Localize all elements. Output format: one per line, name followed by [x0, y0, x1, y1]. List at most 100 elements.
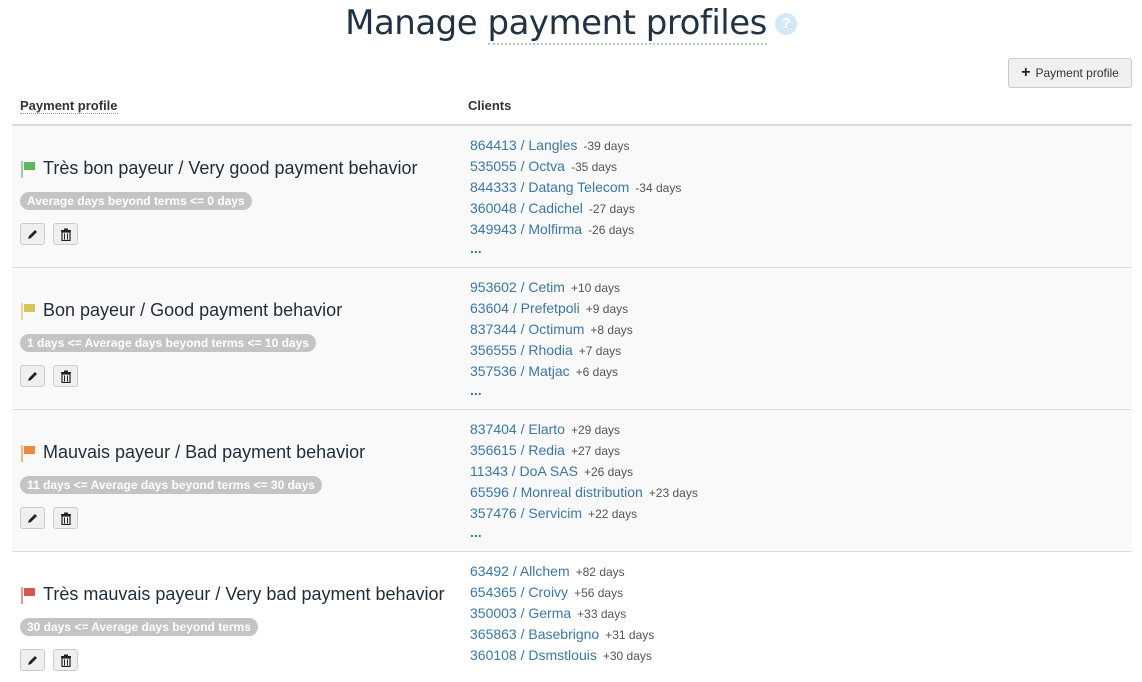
trash-icon: [60, 370, 71, 383]
client-item: 350003 / Germa +33 days: [470, 603, 654, 624]
client-item: 357536 / Matjac +6 days: [470, 361, 633, 382]
client-link[interactable]: 844333 / Datang Telecom: [470, 179, 629, 195]
client-item: 864413 / Langles -39 days: [470, 135, 681, 156]
client-days: -34 days: [635, 181, 682, 195]
client-item: 844333 / Datang Telecom -34 days: [470, 177, 681, 198]
client-item: 65596 / Monreal distribution +23 days: [470, 482, 698, 503]
client-link[interactable]: 953602 / Cetim: [470, 279, 565, 295]
client-link[interactable]: 11343 / DoA SAS: [470, 463, 578, 479]
client-link[interactable]: 837344 / Octimum: [470, 321, 584, 337]
client-link[interactable]: 65596 / Monreal distribution: [470, 484, 643, 500]
flag-icon: [20, 160, 36, 178]
edit-button[interactable]: [20, 507, 45, 529]
row-actions: [20, 649, 78, 671]
client-link[interactable]: 357536 / Matjac: [470, 363, 570, 379]
pencil-icon: [28, 513, 37, 523]
edit-button[interactable]: [20, 365, 45, 387]
flag-cloth: [24, 587, 35, 596]
delete-button[interactable]: [53, 365, 78, 387]
client-link[interactable]: 356555 / Rhodia: [470, 342, 573, 358]
client-item: 63492 / Allchem +82 days: [470, 561, 654, 582]
profile-name: Très bon payeur / Very good payment beha…: [20, 158, 418, 179]
client-days: +7 days: [578, 344, 622, 358]
help-icon[interactable]: ?: [774, 13, 797, 35]
client-link[interactable]: 63604 / Prefetpoli: [470, 300, 580, 316]
client-days: +82 days: [575, 565, 625, 579]
client-item: 356615 / Redia +27 days: [470, 440, 698, 461]
trash-icon: [60, 512, 71, 525]
client-link[interactable]: 349943 / Molfirma: [470, 221, 582, 237]
trash-icon: [60, 654, 71, 667]
client-item: 357476 / Servicim +22 days: [470, 503, 698, 524]
flag-icon: [20, 444, 36, 462]
add-payment-profile-label: Payment profile: [1035, 66, 1119, 80]
client-days: +23 days: [648, 486, 698, 500]
client-link[interactable]: 350003 / Germa: [470, 605, 571, 621]
client-days: +10 days: [570, 281, 620, 295]
table-row: Mauvais payeur / Bad payment behavior 11…: [12, 410, 1132, 552]
column-header-payment-profile: Payment profile: [20, 98, 118, 114]
clients-list: 953602 / Cetim +10 days 63604 / Prefetpoli…: [470, 277, 633, 398]
add-payment-profile-button[interactable]: + Payment profile: [1008, 58, 1132, 88]
client-item: 535055 / Octva -35 days: [470, 156, 681, 177]
flag-icon: [20, 586, 36, 604]
client-days: +26 days: [583, 465, 633, 479]
clients-list: 63492 / Allchem +82 days 654365 / Croivy +5…: [470, 561, 654, 666]
client-days: +6 days: [575, 365, 618, 379]
flag-pole: [21, 586, 23, 604]
criteria-badge: 1 days <= Average days beyond terms <= 1…: [20, 334, 316, 352]
clients-list: 837404 / Elarto +29 days 356615 / Redia +27…: [470, 419, 698, 540]
client-days: +29 days: [570, 423, 621, 437]
client-days: -26 days: [588, 223, 635, 237]
edit-button[interactable]: [20, 649, 45, 671]
client-link[interactable]: 864413 / Langles: [470, 137, 577, 153]
profile-name: Très mauvais payeur / Very bad payment b…: [20, 584, 445, 605]
trash-icon: [60, 228, 71, 241]
client-item: 63604 / Prefetpoli +9 days: [470, 298, 633, 319]
client-item: 11343 / DoA SAS +26 days: [470, 461, 698, 482]
edit-button[interactable]: [20, 223, 45, 245]
row-actions: [20, 507, 78, 529]
client-link[interactable]: 63492 / Allchem: [470, 563, 570, 579]
client-item: 356555 / Rhodia +7 days: [470, 340, 633, 361]
client-link[interactable]: 360108 / Dsmstlouis: [470, 647, 597, 663]
client-link[interactable]: 357476 / Servicim: [470, 505, 582, 521]
client-link[interactable]: 356615 / Redia: [470, 442, 565, 458]
client-item: 654365 / Croivy +56 days: [470, 582, 654, 603]
profile-name: Mauvais payeur / Bad payment behavior: [20, 442, 365, 463]
client-days: -35 days: [570, 160, 617, 174]
profile-name-text: Très mauvais payeur / Very bad payment b…: [43, 584, 445, 604]
client-days: +27 days: [570, 444, 621, 458]
client-days: -27 days: [588, 202, 635, 216]
criteria-badge: Average days beyond terms <= 0 days: [20, 192, 252, 210]
profile-name-text: Bon payeur / Good payment behavior: [43, 300, 343, 320]
client-link[interactable]: 365863 / Basebrigno: [470, 626, 599, 642]
page-title-text: Manage: [345, 3, 488, 43]
client-link[interactable]: 654365 / Croivy: [470, 584, 568, 600]
client-item: 837344 / Octimum +8 days: [470, 319, 633, 340]
client-days: +22 days: [588, 507, 638, 521]
client-link[interactable]: 360048 / Cadichel: [470, 200, 583, 216]
client-days: +31 days: [605, 628, 655, 642]
delete-button[interactable]: [53, 649, 78, 671]
client-days: -39 days: [583, 139, 630, 153]
client-item: 360108 / Dsmstlouis +30 days: [470, 645, 654, 666]
more-clients-link[interactable]: ...: [470, 383, 482, 397]
more-clients-link[interactable]: ...: [470, 241, 482, 255]
pencil-icon: [28, 229, 37, 239]
client-link[interactable]: 837404 / Elarto: [470, 421, 565, 437]
flag-cloth: [24, 161, 35, 170]
table-row: Très bon payeur / Very good payment beha…: [12, 126, 1132, 268]
flag-pole: [21, 160, 23, 178]
more-clients-link[interactable]: ...: [470, 525, 482, 539]
profile-name-text: Mauvais payeur / Bad payment behavior: [43, 442, 366, 462]
page-title: Manage payment profiles?: [345, 3, 797, 45]
client-item: 360048 / Cadichel -27 days: [470, 198, 681, 219]
page-title-underlined: payment profiles: [487, 3, 767, 45]
delete-button[interactable]: [53, 223, 78, 245]
flag-pole: [21, 444, 23, 462]
delete-button[interactable]: [53, 507, 78, 529]
client-item: 837404 / Elarto +29 days: [470, 419, 698, 440]
client-link[interactable]: 535055 / Octva: [470, 158, 565, 174]
flag-cloth: [24, 445, 35, 454]
